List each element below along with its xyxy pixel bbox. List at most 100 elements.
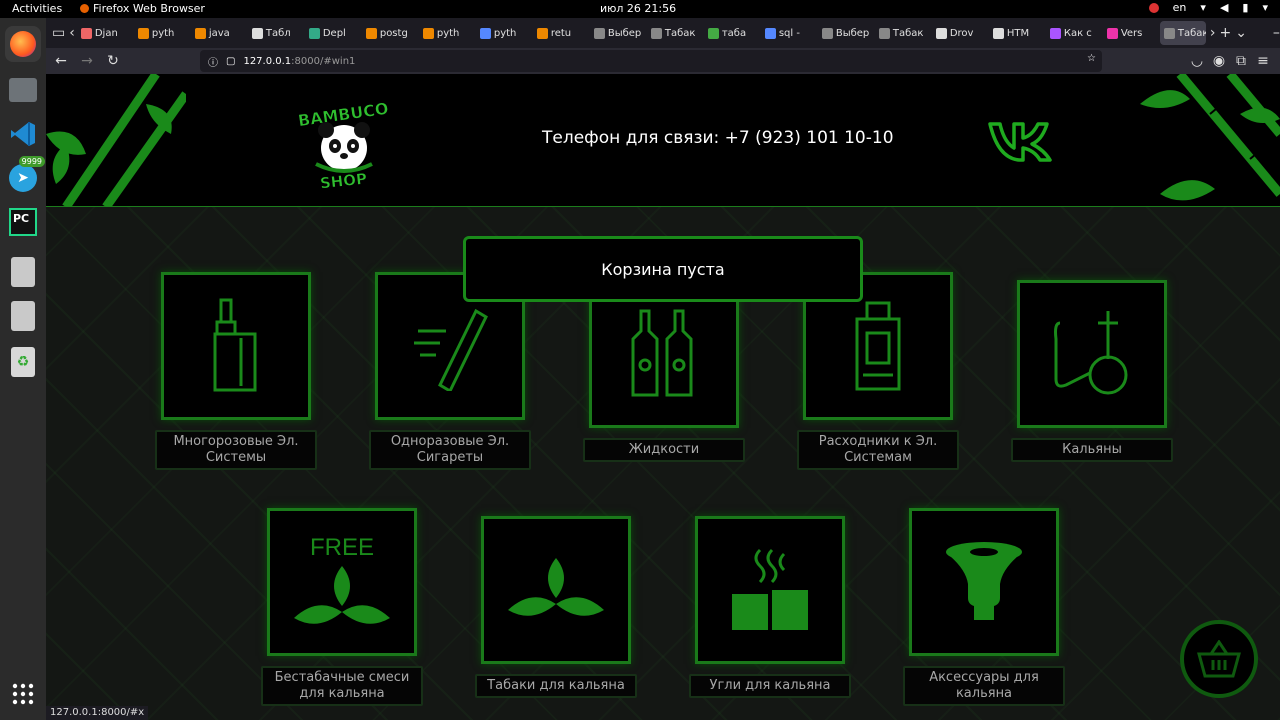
tab-favicon-icon — [365, 27, 377, 39]
browser-tab[interactable]: Drov — [932, 21, 984, 45]
firefox-icon — [10, 31, 36, 57]
back-icon[interactable]: ← — [50, 50, 72, 72]
tabs-scroll-right-icon[interactable]: › — [1210, 22, 1216, 44]
dock-telegram[interactable]: ➤ 9999 — [5, 156, 45, 196]
category-label[interactable]: Жидкости — [583, 438, 745, 462]
cart-button[interactable] — [1180, 620, 1258, 698]
system-menu-icon[interactable]: ▾ — [1262, 1, 1268, 14]
tab-favicon-icon — [764, 27, 776, 39]
browser-tab[interactable]: retu — [533, 21, 585, 45]
tab-label: pyth — [436, 27, 460, 39]
category-label[interactable]: Расходники к Эл. Системам — [797, 430, 959, 470]
category-label[interactable]: Одноразовые Эл. Сигареты — [369, 430, 531, 470]
browser-tab[interactable]: postg — [362, 21, 414, 45]
tab-label: sql - — [778, 27, 800, 39]
browser-tab[interactable]: Выбери — [818, 21, 870, 45]
show-apps-button[interactable] — [5, 676, 41, 712]
tab-label: Табак 1( — [664, 27, 699, 39]
browser-tab[interactable]: pyth — [476, 21, 528, 45]
category-label[interactable]: Аксессуары для кальяна — [903, 666, 1065, 706]
pycharm-icon: PC — [9, 208, 37, 236]
browser-tab[interactable]: Табак 1( — [647, 21, 699, 45]
browser-tab[interactable]: pyth — [419, 21, 471, 45]
bamboo-left-decoration — [46, 74, 186, 207]
list-tabs-icon[interactable]: ⌄ — [1235, 22, 1247, 44]
folder-icon — [9, 78, 37, 102]
color-picker-icon[interactable] — [1148, 2, 1159, 13]
bookmark-star-icon[interactable]: ☆ — [1087, 53, 1096, 64]
category-label[interactable]: Многорозовые Эл. Системы — [155, 430, 317, 470]
activities-button[interactable]: Activities — [12, 2, 62, 15]
browser-tab[interactable]: таба — [704, 21, 756, 45]
browser-tab[interactable]: Как с — [1046, 21, 1098, 45]
dock-trash[interactable]: ♻ — [5, 344, 41, 380]
link-status-bar: 127.0.0.1:8000/#x — [46, 706, 149, 720]
browser-tab[interactable]: java — [191, 21, 243, 45]
atomizer-icon — [855, 301, 901, 391]
web-page: BAMBUCO SHOP Телефон для связи: +7 (923)… — [46, 74, 1280, 720]
dock-firefox[interactable] — [5, 26, 41, 62]
pocket-icon[interactable]: ◡ — [1186, 50, 1208, 72]
browser-tab[interactable]: Vers — [1103, 21, 1155, 45]
category-label[interactable]: Бестабачные смеси для кальяна — [261, 666, 423, 706]
category-label[interactable]: Кальяны — [1011, 438, 1173, 462]
browser-tab[interactable]: Табл — [248, 21, 300, 45]
category-card-tobacco-free[interactable]: FREE — [267, 508, 417, 656]
tab-label: Табак 1( — [892, 27, 927, 39]
browser-tab[interactable]: Выбери — [590, 21, 642, 45]
dock-pycharm[interactable]: PC — [5, 204, 41, 240]
tab-favicon-icon — [935, 27, 947, 39]
dock-vscode[interactable] — [5, 116, 41, 152]
dock-drive-2[interactable] — [5, 298, 41, 334]
category-card-coals[interactable] — [695, 516, 845, 664]
app-menu[interactable]: Firefox Web Browser — [80, 2, 205, 15]
browser-tab[interactable]: pyth — [134, 21, 186, 45]
category-card-liquids[interactable] — [589, 280, 739, 428]
reload-icon[interactable]: ↻ — [102, 50, 124, 72]
browser-tab[interactable]: sql - — [761, 21, 813, 45]
extensions-icon[interactable]: ⧉ — [1230, 50, 1252, 72]
tab-label: таба — [721, 27, 747, 39]
clock[interactable]: июл 26 21:56 — [600, 2, 676, 15]
category-label[interactable]: Угли для кальяна — [689, 674, 851, 698]
new-tab-icon[interactable]: + — [1219, 22, 1231, 44]
browser-tab[interactable]: Depl — [305, 21, 357, 45]
category-card-tobacco[interactable] — [481, 516, 631, 664]
system-tray[interactable]: en ▾ ◀ ▮ ▾ — [1148, 1, 1268, 14]
cart-popup[interactable]: Корзина пуста — [463, 236, 863, 302]
vk-link[interactable] — [986, 118, 1056, 164]
page-info-icon[interactable]: ⓘ — [208, 54, 218, 69]
category-card-accessories[interactable] — [909, 508, 1059, 656]
forward-icon[interactable]: → — [76, 50, 98, 72]
tab-label: java — [208, 27, 230, 39]
site-logo[interactable]: BAMBUCO SHOP — [286, 98, 402, 193]
tab-favicon-icon — [707, 27, 719, 39]
tab-label: retu — [550, 27, 572, 39]
category-card-mods[interactable] — [161, 272, 311, 420]
tab-favicon-icon — [479, 27, 491, 39]
site-header: BAMBUCO SHOP Телефон для связи: +7 (923)… — [46, 74, 1280, 207]
tab-favicon-icon — [536, 27, 548, 39]
keyboard-layout[interactable]: en — [1173, 1, 1187, 14]
browser-tab[interactable]: Табак× — [1159, 21, 1206, 45]
tab-overview-icon[interactable]: ▭ — [52, 22, 65, 44]
tab-label: pyth — [493, 27, 517, 39]
contact-phone: Телефон для связи: +7 (923) 101 10-10 — [542, 128, 894, 148]
account-icon[interactable]: ◉ — [1208, 50, 1230, 72]
hookah-bowl-icon — [946, 542, 1022, 620]
browser-tab[interactable]: Табак 1( — [875, 21, 927, 45]
tab-favicon-icon — [821, 27, 833, 39]
url-bar[interactable]: ⓘ ▢ 127.0.0.1:8000/#win1 ☆ — [200, 50, 1102, 72]
minimize-icon[interactable]: – — [1273, 22, 1280, 44]
category-card-hookahs[interactable] — [1017, 280, 1167, 428]
tabs-scroll-left-icon[interactable]: ‹ — [69, 22, 75, 44]
browser-tab[interactable]: Djan — [77, 21, 129, 45]
lock-icon[interactable]: ▢ — [226, 56, 235, 67]
dock-drive-1[interactable] — [5, 254, 41, 290]
tab-label: Depl — [322, 27, 346, 39]
browser-tab[interactable]: HTM — [989, 21, 1041, 45]
category-label[interactable]: Табаки для кальяна — [475, 674, 637, 698]
tab-label: Drov — [949, 27, 974, 39]
menu-icon[interactable]: ≡ — [1252, 50, 1274, 72]
dock-files[interactable] — [5, 72, 41, 108]
